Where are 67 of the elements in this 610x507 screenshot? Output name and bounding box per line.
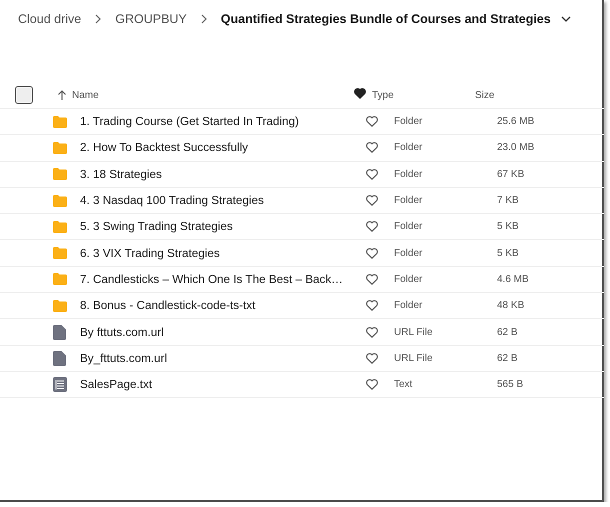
favorite-heart-icon[interactable] [366, 195, 378, 206]
type-cell-text: Folder [394, 195, 424, 206]
column-header[interactable]: Size [475, 90, 602, 100]
folder-icon [53, 142, 67, 154]
breadcrumb-item[interactable]: Quantified Strategies Bundle of Courses and Strategies [220, 12, 551, 26]
file-icon [53, 324, 66, 340]
folder-icon [53, 220, 67, 233]
breadcrumb-item[interactable]: Cloud drive [18, 12, 82, 26]
type-cell-text: Folder [394, 142, 424, 154]
type-cell-text: Folder [394, 248, 424, 259]
type-cell-text: Folder [394, 168, 424, 180]
favorite-heart-icon[interactable] [366, 168, 378, 180]
column-header[interactable]: Name [72, 90, 342, 100]
favorite-heart-icon[interactable] [366, 352, 378, 364]
folder-icon [53, 168, 67, 180]
select-all-checkbox[interactable] [15, 86, 33, 104]
folder-icon [53, 300, 67, 312]
size-cell-text: 565 B [497, 379, 524, 390]
folder-icon [53, 116, 67, 128]
file-name[interactable]: 1. Trading Course (Get Started In Trading) [80, 115, 366, 128]
file-name[interactable]: 4. 3 Nasdaq 100 Trading Strategies [80, 194, 366, 208]
file-name[interactable]: By fttuts.com.url [80, 326, 366, 339]
column-header[interactable]: Type [372, 90, 475, 100]
folder-icon [53, 194, 67, 207]
type-cell-text: Folder [394, 274, 424, 285]
folder-icon [53, 247, 67, 260]
size-cell-text: 23.0 MB [497, 142, 536, 154]
type-cell-text: Folder [394, 116, 424, 128]
sort-up-icon[interactable] [57, 90, 67, 100]
file-name[interactable]: By_fttuts.com.url [80, 352, 366, 365]
favorite-heart-icon[interactable] [366, 248, 378, 259]
size-cell-text: 62 B [497, 352, 519, 364]
text-file-icon [53, 377, 67, 392]
size-cell-text: 5 KB [497, 221, 520, 232]
size-cell-text: 62 B [497, 326, 519, 338]
favorite-heart-icon[interactable] [366, 379, 378, 390]
file-name[interactable]: SalesPage.txt [80, 378, 366, 392]
favorite-heart-icon[interactable] [366, 142, 378, 154]
favorite-heart-icon[interactable] [366, 116, 378, 128]
chevron-right-icon [198, 14, 209, 24]
file-name[interactable]: 2. How To Backtest Successfully [80, 141, 366, 154]
type-cell-text: Text [394, 379, 414, 390]
folder-icon [53, 273, 67, 286]
size-cell-text: 25.6 MB [497, 116, 536, 128]
favorite-heart-icon[interactable] [366, 326, 378, 338]
file-name[interactable]: 3. 18 Strategies [80, 168, 366, 181]
heart-icon [354, 88, 366, 99]
chevron-right-icon [93, 14, 104, 24]
size-cell-text: 4.6 MB [497, 274, 530, 285]
file-name[interactable]: 8. Bonus - Candlestick-code-ts-txt [80, 299, 366, 312]
size-cell-text: 67 KB [497, 168, 526, 180]
file-icon [53, 350, 66, 366]
file-name[interactable]: 5. 3 Swing Trading Strategies [80, 220, 366, 234]
type-cell-text: Folder [394, 300, 424, 312]
file-name[interactable]: 6. 3 VIX Trading Strategies [80, 246, 366, 260]
type-cell-text: URL File [394, 326, 434, 338]
size-cell-text: 5 KB [497, 248, 520, 259]
file-name[interactable]: 7. Candlesticks – Which One Is The Best – Back… [80, 272, 366, 286]
breadcrumb-item[interactable]: GROUPBUY [115, 12, 187, 26]
size-cell-text: 7 KB [497, 195, 520, 206]
type-cell-text: URL File [394, 352, 434, 364]
favorite-heart-icon[interactable] [366, 274, 378, 285]
size-cell-text: 48 KB [497, 300, 526, 312]
chevron-down-icon[interactable] [560, 14, 571, 24]
favorite-heart-icon[interactable] [366, 221, 378, 232]
type-cell-text: Folder [394, 221, 424, 232]
favorite-heart-icon[interactable] [366, 300, 378, 312]
